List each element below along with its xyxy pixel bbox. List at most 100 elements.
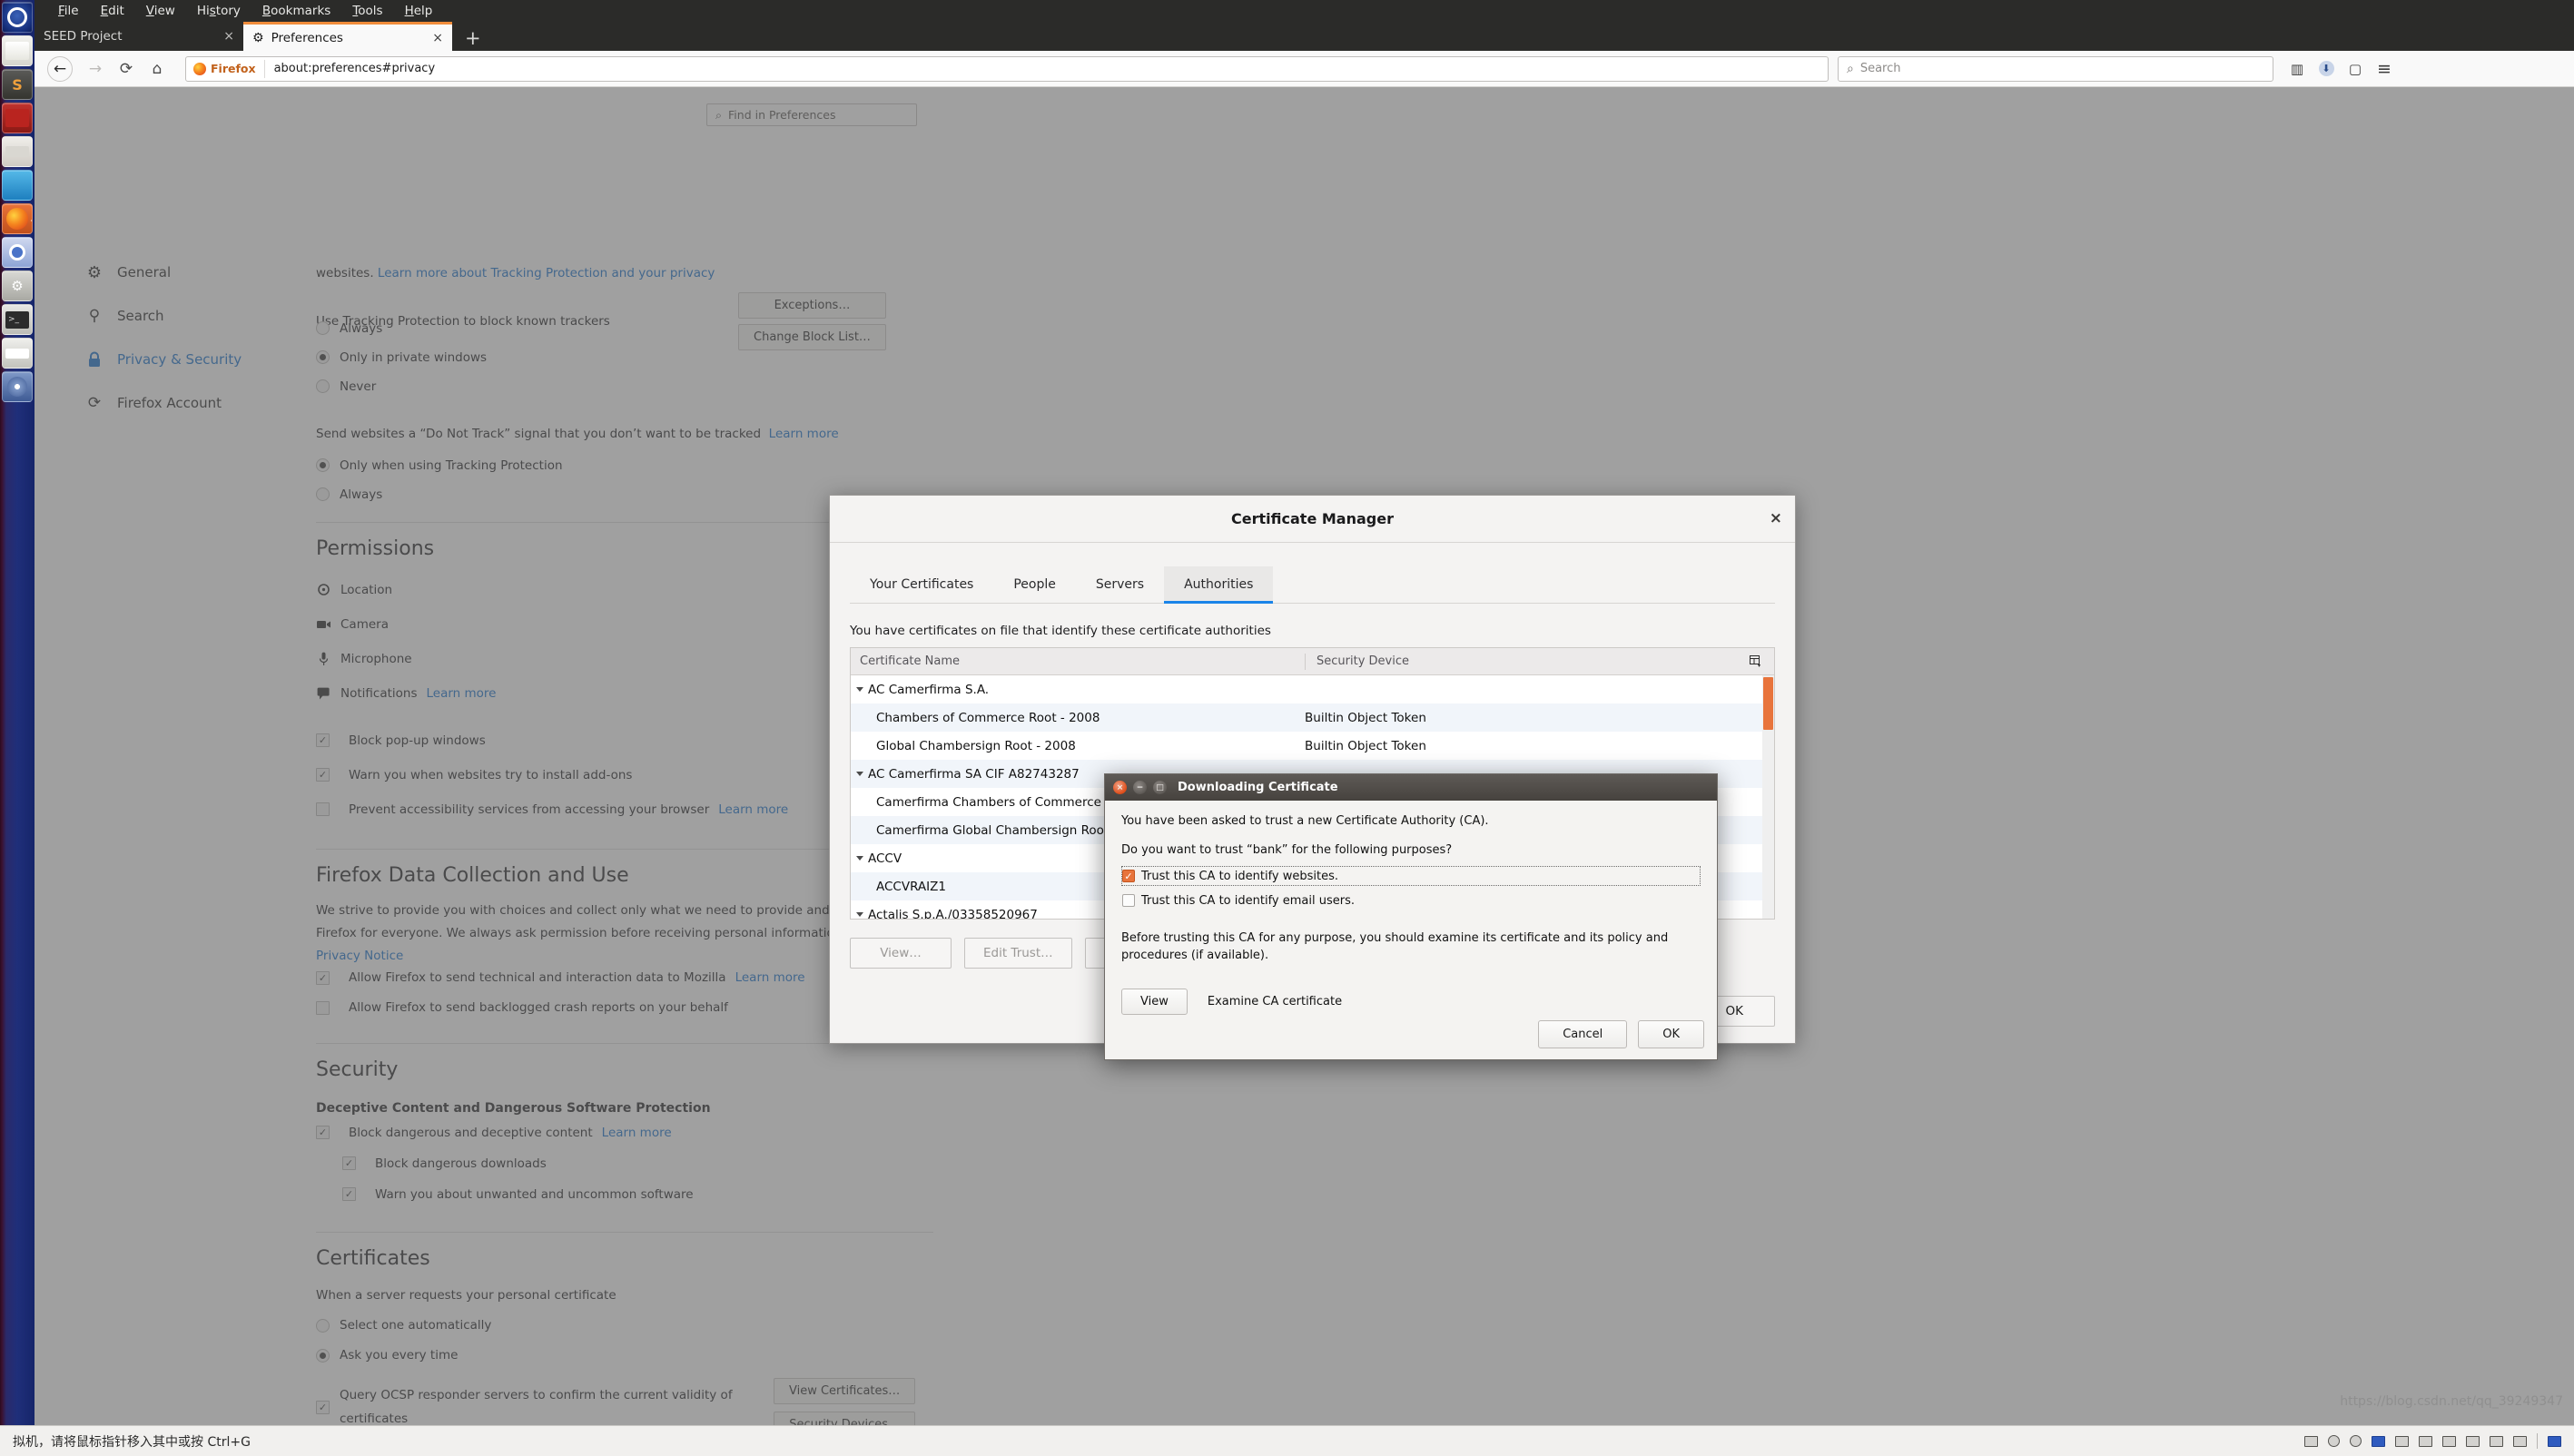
permission-check-label: Prevent accessibility services from acce… (349, 802, 710, 817)
sidebar-item-privacy-security[interactable]: Privacy & Security (84, 338, 321, 381)
scrollbar-thumb[interactable] (1763, 677, 1773, 730)
checkbox-icon[interactable] (1122, 894, 1135, 908)
column-header-security-device[interactable]: Security Device (1305, 653, 1738, 670)
libreoffice-impress-icon[interactable] (2, 103, 33, 133)
checkbox-icon[interactable]: ✓ (1122, 870, 1135, 883)
cert-option-ask[interactable]: Ask you every time (316, 1341, 1369, 1371)
edit-trust-button[interactable]: Edit Trust… (964, 938, 1072, 969)
menu-bookmarks[interactable]: Bookmarks (251, 2, 341, 20)
checkbox-icon[interactable]: ✓ (342, 1187, 356, 1202)
notifications-learn-more-link[interactable]: Learn more (427, 686, 497, 701)
ubuntu-dash-icon[interactable] (2, 2, 33, 33)
column-header-certificate-name[interactable]: Certificate Name (851, 654, 1305, 668)
dvd-icon[interactable] (2, 371, 33, 402)
tab-servers[interactable]: Servers (1076, 566, 1164, 603)
chevron-down-icon[interactable] (856, 772, 863, 776)
cert-option-automatic[interactable]: Select one automatically (316, 1311, 1369, 1341)
dnt-learn-more-link[interactable]: Learn more (769, 427, 839, 441)
hamburger-menu-icon[interactable]: ≡ (2370, 55, 2399, 83)
radio-icon[interactable] (316, 379, 330, 394)
checkbox-icon[interactable]: ✓ (316, 733, 330, 748)
checkbox-icon[interactable] (316, 1000, 330, 1015)
files-icon[interactable] (2, 136, 33, 167)
search-bar[interactable]: ⌕ Search (1838, 55, 2273, 82)
chevron-down-icon[interactable] (856, 687, 863, 692)
dnt-option-tracking-protection[interactable]: Only when using Tracking Protection (316, 451, 1369, 480)
technical-data-learn-more-link[interactable]: Learn more (735, 970, 805, 985)
window-close-icon[interactable]: × (1113, 781, 1127, 794)
view-button[interactable]: View… (850, 938, 952, 969)
table-row[interactable]: AC Camerfirma S.A. (851, 675, 1774, 703)
change-block-list-button[interactable]: Change Block List… (738, 323, 886, 350)
deceptive-learn-more-link[interactable]: Learn more (602, 1126, 672, 1140)
software-center-icon[interactable] (2, 170, 33, 201)
radio-icon[interactable] (316, 487, 330, 502)
sidebar-item-firefox-account[interactable]: ⟳ Firefox Account (84, 381, 321, 425)
tracking-exceptions-button[interactable]: Exceptions… (738, 291, 886, 319)
sublime-text-icon[interactable]: S (2, 69, 33, 100)
accessibility-learn-more-link[interactable]: Learn more (718, 802, 788, 817)
close-icon[interactable]: × (432, 31, 443, 45)
tab-preferences[interactable]: ⚙ Preferences × (243, 22, 452, 51)
new-tab-button[interactable]: + (452, 29, 494, 51)
close-icon[interactable]: × (223, 29, 234, 44)
chevron-down-icon[interactable] (856, 912, 863, 917)
library-icon[interactable]: ▥ (2283, 55, 2312, 83)
view-button[interactable]: View (1121, 989, 1188, 1016)
column-picker-icon[interactable] (1738, 654, 1774, 668)
libreoffice-writer-icon[interactable] (2, 35, 33, 66)
firefox-icon[interactable] (2, 203, 33, 234)
tracking-learn-more-link[interactable]: Learn more about Tracking Protection and… (378, 266, 715, 280)
tab-people[interactable]: People (993, 566, 1076, 603)
checkbox-icon[interactable]: ✓ (316, 1401, 330, 1415)
tracking-option-never[interactable]: Never (316, 372, 1369, 401)
radio-icon[interactable] (316, 458, 330, 473)
cancel-button[interactable]: Cancel (1538, 1020, 1628, 1048)
menu-help[interactable]: Help (394, 2, 444, 20)
chromium-icon[interactable] (2, 237, 33, 268)
menu-view[interactable]: View (135, 2, 186, 20)
checkbox-icon[interactable]: ✓ (316, 970, 330, 985)
find-in-preferences-input[interactable]: ⌕ Find in Preferences (706, 103, 917, 126)
close-icon[interactable]: × (1770, 509, 1782, 527)
sidebar-item-search[interactable]: ⚲ Search (84, 294, 321, 338)
identity-box[interactable]: Firefox (186, 59, 265, 78)
window-minimize-icon[interactable]: − (1133, 781, 1147, 794)
privacy-notice-link[interactable]: Privacy Notice (316, 949, 403, 963)
radio-icon[interactable] (316, 1348, 330, 1363)
sidebar-item-general[interactable]: ⚙ General (84, 251, 321, 294)
reload-button[interactable]: ⟳ (111, 55, 142, 83)
tab-your-certificates[interactable]: Your Certificates (850, 566, 993, 603)
checkbox-icon[interactable] (316, 802, 330, 817)
radio-icon[interactable] (316, 1318, 330, 1333)
menu-edit[interactable]: Edit (90, 2, 135, 20)
table-row[interactable]: Chambers of Commerce Root - 2008 Builtin… (851, 703, 1774, 732)
address-bar[interactable]: Firefox about:preferences#privacy (185, 55, 1829, 82)
trust-websites-checkbox-row[interactable]: ✓ Trust this CA to identify websites. (1121, 866, 1701, 887)
radio-icon[interactable] (316, 350, 330, 365)
back-button[interactable]: ← (47, 55, 73, 82)
window-maximize-icon[interactable]: □ (1153, 781, 1167, 794)
checkbox-icon[interactable]: ✓ (316, 1126, 330, 1140)
view-certificates-button[interactable]: View Certificates… (774, 1377, 916, 1404)
checkbox-icon[interactable]: ✓ (316, 768, 330, 782)
forward-button[interactable]: → (80, 55, 111, 83)
menu-tools[interactable]: Tools (341, 2, 393, 20)
menu-file[interactable]: File (47, 2, 90, 20)
sidebar-icon[interactable]: ▢ (2341, 55, 2370, 83)
menu-history[interactable]: History (186, 2, 251, 20)
certificate-list-scrollbar[interactable] (1762, 675, 1774, 919)
chevron-down-icon[interactable] (856, 856, 863, 861)
trust-email-checkbox-row[interactable]: Trust this CA to identify email users. (1121, 890, 1701, 910)
sync-icon[interactable]: ⬇ (2312, 55, 2341, 83)
checkbox-icon[interactable]: ✓ (342, 1156, 356, 1171)
table-row[interactable]: Global Chambersign Root - 2008 Builtin O… (851, 732, 1774, 760)
disk-icon[interactable] (2, 338, 33, 369)
terminal-icon[interactable]: >_ (2, 304, 33, 335)
tab-authorities[interactable]: Authorities (1164, 566, 1274, 604)
radio-icon[interactable] (316, 321, 330, 336)
home-button[interactable]: ⌂ (142, 55, 173, 83)
tab-seed-project[interactable]: SEED Project × (35, 22, 243, 51)
system-settings-icon[interactable]: ⚙ (2, 271, 33, 301)
ok-button[interactable]: OK (1638, 1020, 1704, 1048)
